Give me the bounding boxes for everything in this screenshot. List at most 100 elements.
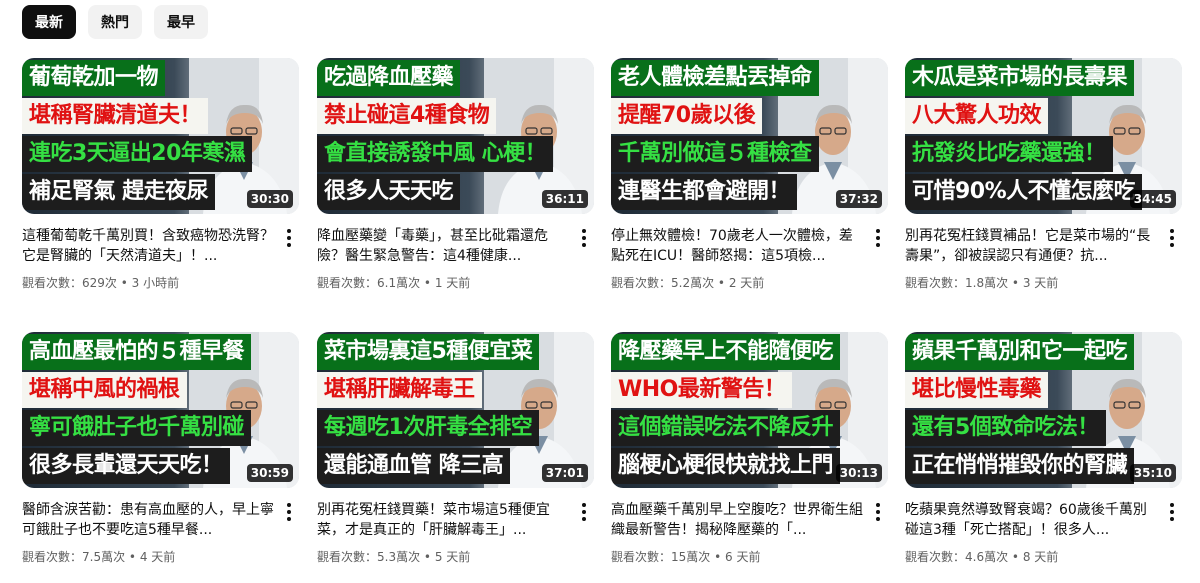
upload-time: 3 小時前	[131, 276, 180, 290]
thumbnail-headline-4: 很多人天天吃	[317, 174, 461, 210]
separator-dot: •	[1008, 276, 1023, 290]
filter-chip-popular[interactable]: 熱門	[88, 5, 142, 39]
separator-dot: •	[420, 276, 435, 290]
video-title[interactable]: 吃蘋果竟然導致腎衰竭？60歲後千萬別碰這3種「死亡搭配」！很多人...	[905, 500, 1158, 540]
thumbnail-headline-1: 木瓜是菜市場的長壽果	[905, 60, 1135, 96]
filter-chip-latest[interactable]: 最新	[22, 5, 76, 39]
video-stats: 觀看次數：7.5萬次 • 4 天前	[22, 548, 275, 565]
video-card[interactable]: 菜市場裏這5種便宜菜 堪稱肝臟解毒王 每週吃1次肝毒全排空 還能通血管 降三高 37:0…	[317, 332, 594, 565]
separator-dot: •	[1008, 550, 1023, 564]
thumbnail-headline-3: 連吃3天逼出20年寒濕	[22, 136, 253, 172]
filter-chips: 最新 熱門 最早	[22, 5, 208, 39]
thumbnail-headline-4: 還能通血管 降三高	[317, 448, 511, 484]
video-card[interactable]: 木瓜是菜市場的長壽果 八大驚人功效 抗發炎比吃藥還強！ 可惜90%人不懂怎麼吃 34:4…	[905, 58, 1182, 291]
video-stats: 觀看次數：5.3萬次 • 5 天前	[317, 548, 570, 565]
thumbnail-headline-2: 堪稱肝臟解毒王	[317, 372, 482, 408]
video-thumbnail[interactable]: 高血壓最怕的５種早餐 堪稱中風的禍根 寧可餓肚子也千萬別碰 很多長輩還天天吃！ 30:5…	[22, 332, 299, 488]
upload-time: 8 天前	[1022, 550, 1059, 564]
video-title[interactable]: 這種葡萄乾千萬別買！含致癌物恐洗腎？它是腎臟的「天然清道夫」！...	[22, 226, 275, 266]
thumbnail-headline-1: 老人體檢差點丟掉命	[611, 60, 819, 96]
view-count: 觀看次數：629次	[22, 276, 117, 290]
separator-dot: •	[714, 276, 729, 290]
duration-badge: 30:13	[835, 464, 882, 482]
video-meta: 降血壓藥變「毒藥」，甚至比砒霜還危險？醫生緊急警告：這4種健康... 觀看次數：6…	[317, 226, 594, 291]
separator-dot: •	[125, 550, 140, 564]
thumbnail-headline-1: 菜市場裏這5種便宜菜	[317, 334, 540, 370]
thumbnail-headline-2: 提醒70歲以後	[611, 98, 763, 134]
filter-chip-oldest[interactable]: 最早	[154, 5, 208, 39]
video-meta: 吃蘋果竟然導致腎衰竭？60歲後千萬別碰這3種「死亡搭配」！很多人... 觀看次數：…	[905, 500, 1182, 565]
video-title[interactable]: 別再花冤枉錢買藥！菜市場這5種便宜菜，才是真正的「肝臟解毒王」...	[317, 500, 570, 540]
video-stats: 觀看次數：5.2萬次 • 2 天前	[611, 274, 864, 291]
duration-badge: 30:30	[246, 190, 293, 208]
vertical-ellipsis-icon[interactable]	[574, 500, 594, 524]
view-count: 觀看次數：15萬次	[611, 550, 711, 564]
video-thumbnail[interactable]: 蘋果千萬別和它一起吃 堪比慢性毒藥 還有5個致命吃法！ 正在悄悄摧毀你的腎臟 35:10	[905, 332, 1182, 488]
vertical-ellipsis-icon[interactable]	[868, 226, 888, 250]
thumbnail-headline-3: 寧可餓肚子也千萬別碰	[22, 410, 252, 446]
thumbnail-headline-4: 補足腎氣 趕走夜尿	[22, 174, 216, 210]
video-meta: 醫師含淚苦勸：患有高血壓的人，早上寧可餓肚子也不要吃這5種早餐... 觀看次數：7…	[22, 500, 299, 565]
video-thumbnail[interactable]: 老人體檢差點丟掉命 提醒70歲以後 千萬別做這５種檢查 連醫生都會避開！ 37:32	[611, 58, 888, 214]
duration-badge: 37:01	[541, 464, 588, 482]
video-card[interactable]: 高血壓最怕的５種早餐 堪稱中風的禍根 寧可餓肚子也千萬別碰 很多長輩還天天吃！ 30:5…	[22, 332, 299, 565]
video-thumbnail[interactable]: 木瓜是菜市場的長壽果 八大驚人功效 抗發炎比吃藥還強！ 可惜90%人不懂怎麼吃 34:4…	[905, 58, 1182, 214]
video-stats: 觀看次數：629次 • 3 小時前	[22, 274, 275, 291]
video-title[interactable]: 降血壓藥變「毒藥」，甚至比砒霜還危險？醫生緊急警告：這4種健康...	[317, 226, 570, 266]
thumbnail-headline-3: 還有5個致命吃法！	[905, 410, 1106, 446]
video-stats: 觀看次數：4.6萬次 • 8 天前	[905, 548, 1158, 565]
video-card[interactable]: 葡萄乾加一物 堪稱腎臟清道夫！ 連吃3天逼出20年寒濕 補足腎氣 趕走夜尿 30:30 這…	[22, 58, 299, 291]
view-count: 觀看次數：6.1萬次	[317, 276, 421, 290]
thumbnail-headline-4: 很多長輩還天天吃！	[22, 448, 230, 484]
thumbnail-headline-2: 堪稱腎臟清道夫！	[22, 98, 209, 134]
thumbnail-headline-1: 蘋果千萬別和它一起吃	[905, 334, 1135, 370]
video-meta: 別再花冤枉錢買補品！它是菜市場的“長壽果”，卻被誤認只有通便？抗... 觀看次數：…	[905, 226, 1182, 291]
thumbnail-headline-2: 堪稱中風的禍根	[22, 372, 187, 408]
view-count: 觀看次數：5.3萬次	[317, 550, 421, 564]
thumbnail-headline-2: 禁止碰這4種食物	[317, 98, 497, 134]
upload-time: 5 天前	[434, 550, 471, 564]
separator-dot: •	[710, 550, 725, 564]
duration-badge: 34:45	[1129, 190, 1176, 208]
video-title[interactable]: 高血壓藥千萬別早上空腹吃？世界衛生組織最新警告！揭秘降壓藥的「...	[611, 500, 864, 540]
video-card[interactable]: 吃過降血壓藥 禁止碰這4種食物 會直接誘發中風 心梗！ 很多人天天吃 36:11 降血壓藥…	[317, 58, 594, 291]
video-card[interactable]: 降壓藥早上不能隨便吃 WHO最新警告！ 這個錯誤吃法不降反升 腦梗心梗很快就找上門 30…	[611, 332, 888, 565]
video-card[interactable]: 老人體檢差點丟掉命 提醒70歲以後 千萬別做這５種檢查 連醫生都會避開！ 37:32 停止…	[611, 58, 888, 291]
video-thumbnail[interactable]: 吃過降血壓藥 禁止碰這4種食物 會直接誘發中風 心梗！ 很多人天天吃 36:11	[317, 58, 594, 214]
video-meta: 這種葡萄乾千萬別買！含致癌物恐洗腎？它是腎臟的「天然清道夫」！... 觀看次數：6…	[22, 226, 299, 291]
video-meta: 停止無效體檢！70歲老人一次體檢，差點死在ICU！醫師怒揭：這5項檢... 觀看次…	[611, 226, 888, 291]
thumbnail-headline-3: 會直接誘發中風 心梗！	[317, 136, 554, 172]
thumbnail-headline-4: 正在悄悄摧毀你的腎臟	[905, 448, 1135, 484]
duration-badge: 35:10	[1129, 464, 1176, 482]
thumbnail-headline-4: 連醫生都會避開！	[611, 174, 798, 210]
thumbnail-headline-3: 抗發炎比吃藥還強！	[905, 136, 1113, 172]
video-stats: 觀看次數：6.1萬次 • 1 天前	[317, 274, 570, 291]
video-title[interactable]: 別再花冤枉錢買補品！它是菜市場的“長壽果”，卻被誤認只有通便？抗...	[905, 226, 1158, 266]
duration-badge: 36:11	[541, 190, 588, 208]
video-title[interactable]: 醫師含淚苦勸：患有高血壓的人，早上寧可餓肚子也不要吃這5種早餐...	[22, 500, 275, 540]
vertical-ellipsis-icon[interactable]	[1162, 226, 1182, 250]
video-meta: 高血壓藥千萬別早上空腹吃？世界衛生組織最新警告！揭秘降壓藥的「... 觀看次數：1…	[611, 500, 888, 565]
video-title[interactable]: 停止無效體檢！70歲老人一次體檢，差點死在ICU！醫師怒揭：這5項檢...	[611, 226, 864, 266]
view-count: 觀看次數：4.6萬次	[905, 550, 1009, 564]
upload-time: 6 天前	[725, 550, 761, 564]
vertical-ellipsis-icon[interactable]	[574, 226, 594, 250]
vertical-ellipsis-icon[interactable]	[279, 500, 299, 524]
upload-time: 3 天前	[1022, 276, 1059, 290]
vertical-ellipsis-icon[interactable]	[868, 500, 888, 524]
video-thumbnail[interactable]: 葡萄乾加一物 堪稱腎臟清道夫！ 連吃3天逼出20年寒濕 補足腎氣 趕走夜尿 30:30	[22, 58, 299, 214]
thumbnail-headline-3: 千萬別做這５種檢查	[611, 136, 819, 172]
vertical-ellipsis-icon[interactable]	[1162, 500, 1182, 524]
thumbnail-headline-2: 堪比慢性毒藥	[905, 372, 1049, 408]
duration-badge: 37:32	[835, 190, 882, 208]
video-thumbnail[interactable]: 降壓藥早上不能隨便吃 WHO最新警告！ 這個錯誤吃法不降反升 腦梗心梗很快就找上門 30…	[611, 332, 888, 488]
separator-dot: •	[116, 276, 132, 290]
video-meta: 別再花冤枉錢買藥！菜市場這5種便宜菜，才是真正的「肝臟解毒王」... 觀看次數：5…	[317, 500, 594, 565]
vertical-ellipsis-icon[interactable]	[279, 226, 299, 250]
view-count: 觀看次數：1.8萬次	[905, 276, 1009, 290]
view-count: 觀看次數：5.2萬次	[611, 276, 715, 290]
video-stats: 觀看次數：15萬次 • 6 天前	[611, 548, 864, 565]
thumbnail-headline-3: 這個錯誤吃法不降反升	[611, 410, 841, 446]
video-card[interactable]: 蘋果千萬別和它一起吃 堪比慢性毒藥 還有5個致命吃法！ 正在悄悄摧毀你的腎臟 35:10…	[905, 332, 1182, 565]
video-thumbnail[interactable]: 菜市場裏這5種便宜菜 堪稱肝臟解毒王 每週吃1次肝毒全排空 還能通血管 降三高 37:0…	[317, 332, 594, 488]
